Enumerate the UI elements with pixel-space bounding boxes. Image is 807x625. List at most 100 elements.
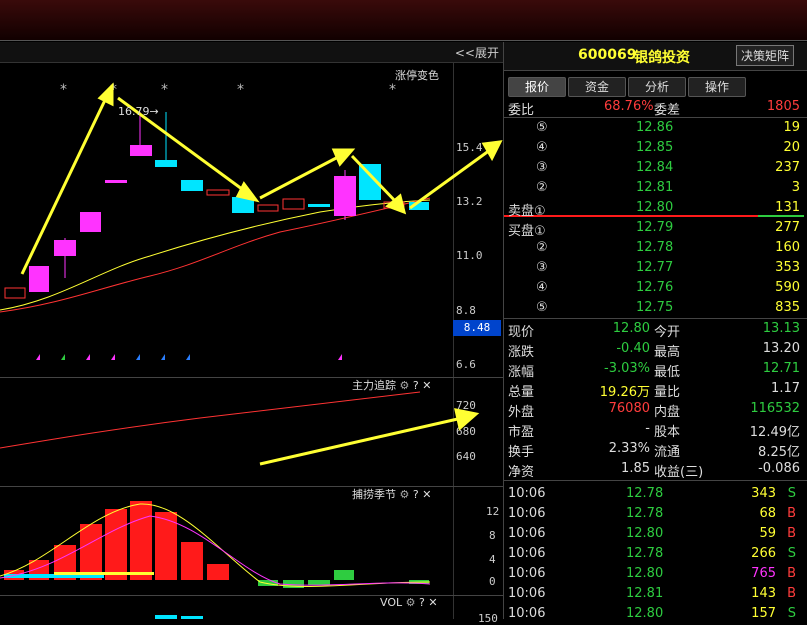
candle: [206, 189, 230, 196]
ask-price: 12.86: [636, 120, 674, 135]
stat-label: 涨幅: [508, 365, 535, 380]
bid-price: 12.75: [636, 300, 674, 315]
star-marker: *: [389, 82, 396, 98]
ask-row: ② 12.81 3: [504, 178, 807, 198]
tick-time: 10:06: [508, 506, 546, 521]
stat-row: 涨跌 -0.40 最高 13.20: [504, 339, 807, 360]
tick-price: 12.81: [626, 586, 664, 601]
tick-side: B: [787, 566, 796, 581]
candle: [282, 198, 305, 210]
stat-label: 市盈: [508, 425, 535, 440]
bid-level: ④: [536, 280, 548, 295]
tick-time: 10:06: [508, 586, 546, 601]
chart-area[interactable]: <<展开 涨停变色 15.4 13.2 11.0 8.8 8.48 6.6 主力…: [0, 42, 503, 625]
tick-volume: 68: [759, 506, 776, 521]
ask-row: 卖盘① 12.80 131: [504, 198, 807, 219]
tick-volume: 266: [751, 546, 776, 561]
tick-row: 10:06 12.80 59 B: [504, 524, 807, 544]
tick-row: 10:06 12.78 68 B: [504, 504, 807, 524]
tick-volume: 59: [759, 526, 776, 541]
stat-value: 1.17: [771, 381, 800, 396]
tick-time: 10:06: [508, 526, 546, 541]
bid-level: ⑤: [536, 300, 548, 315]
decision-matrix-button[interactable]: 决策矩阵: [736, 45, 795, 66]
window-top-bar: [0, 0, 807, 41]
tick-row: 10:06 12.78 266 S: [504, 544, 807, 564]
tab-operation[interactable]: 操作: [688, 77, 746, 97]
ask-volume: 131: [775, 200, 800, 215]
candle: [181, 180, 203, 191]
order-ratio-row: 委比 68.76% 委差 1805: [508, 99, 800, 118]
tab-funds[interactable]: 资金: [568, 77, 626, 97]
ask-price: 12.85: [636, 140, 674, 155]
tick-price: 12.78: [626, 546, 664, 561]
bid-row: ⑤ 12.75 835: [504, 298, 807, 318]
bid-level: ②: [536, 240, 548, 255]
ask-row: ③ 12.84 237: [504, 158, 807, 178]
candle: [130, 145, 152, 156]
tick-side: B: [787, 506, 796, 521]
ask-row: ⑤ 12.86 19: [504, 118, 807, 138]
stat-value: 1.85: [621, 461, 650, 476]
bid-volume: 590: [775, 280, 800, 295]
stat-value: 13.13: [762, 321, 800, 336]
candle: [334, 176, 356, 216]
stat-label: 内盘: [654, 405, 681, 420]
divider: [504, 480, 807, 481]
tab-analysis[interactable]: 分析: [628, 77, 686, 97]
candle: [257, 204, 279, 212]
candle: [29, 266, 49, 292]
star-marker: *: [60, 82, 67, 98]
stat-value: 2.33%: [608, 441, 650, 456]
ask-row: ④ 12.85 20: [504, 138, 807, 158]
indicator-line: [0, 391, 421, 449]
ask-price: 12.80: [636, 200, 674, 215]
stat-label: 最高: [654, 345, 681, 360]
bid-volume: 835: [775, 300, 800, 315]
tick-price: 12.80: [626, 526, 664, 541]
ask-price: 12.81: [636, 180, 674, 195]
bid-row: ④ 12.76 590: [504, 278, 807, 298]
stat-value: 19.26万: [599, 385, 650, 400]
stat-row: 市盈 - 股本 12.49亿: [504, 419, 807, 440]
ask-volume: 20: [783, 140, 800, 155]
ask-level: ④: [536, 140, 548, 155]
stat-label: 现价: [508, 325, 535, 340]
tick-row: 10:06 12.81 143 B: [504, 584, 807, 604]
tick-time: 10:06: [508, 546, 546, 561]
stat-row: 涨幅 -3.03% 最低 12.71: [504, 359, 807, 380]
bid-price: 12.79: [636, 220, 674, 235]
stat-label: 股本: [654, 425, 681, 440]
ask-level: 卖盘①: [508, 204, 546, 219]
bid-row: ② 12.78 160: [504, 238, 807, 258]
stat-value: 12.49亿: [749, 425, 800, 440]
bid-volume: 277: [775, 220, 800, 235]
stat-value: 13.20: [762, 341, 800, 356]
tick-row: 10:06 12.78 343 S: [504, 484, 807, 504]
peak-price-label: 16.79→: [118, 105, 159, 118]
candle: [308, 204, 330, 207]
stat-row: 现价 12.80 今开 13.13: [504, 319, 807, 340]
stat-label: 换手: [508, 445, 535, 460]
stat-value: 76080: [608, 401, 650, 416]
bid-price: 12.76: [636, 280, 674, 295]
tick-side: S: [787, 486, 796, 501]
stat-value: -3.03%: [604, 361, 650, 376]
stat-row: 换手 2.33% 流通 8.25亿: [504, 439, 807, 460]
candle: [105, 180, 127, 183]
tick-volume: 343: [751, 486, 776, 501]
quote-header: 600069 银鸽投资 决策矩阵: [504, 42, 807, 71]
candlestick-chart: * * * * *: [0, 82, 503, 619]
tick-volume: 143: [751, 586, 776, 601]
ask-level: ⑤: [536, 120, 548, 135]
stat-value: -0.40: [616, 341, 650, 356]
candle: [80, 212, 101, 232]
tick-price: 12.78: [626, 486, 664, 501]
tick-time: 10:06: [508, 566, 546, 581]
candle: [54, 240, 76, 256]
ask-level: ③: [536, 160, 548, 175]
stat-value: -: [645, 421, 650, 436]
stat-value: 8.25亿: [758, 445, 800, 460]
stat-row: 外盘 76080 内盘 116532: [504, 399, 807, 420]
tab-quote[interactable]: 报价: [508, 77, 566, 97]
